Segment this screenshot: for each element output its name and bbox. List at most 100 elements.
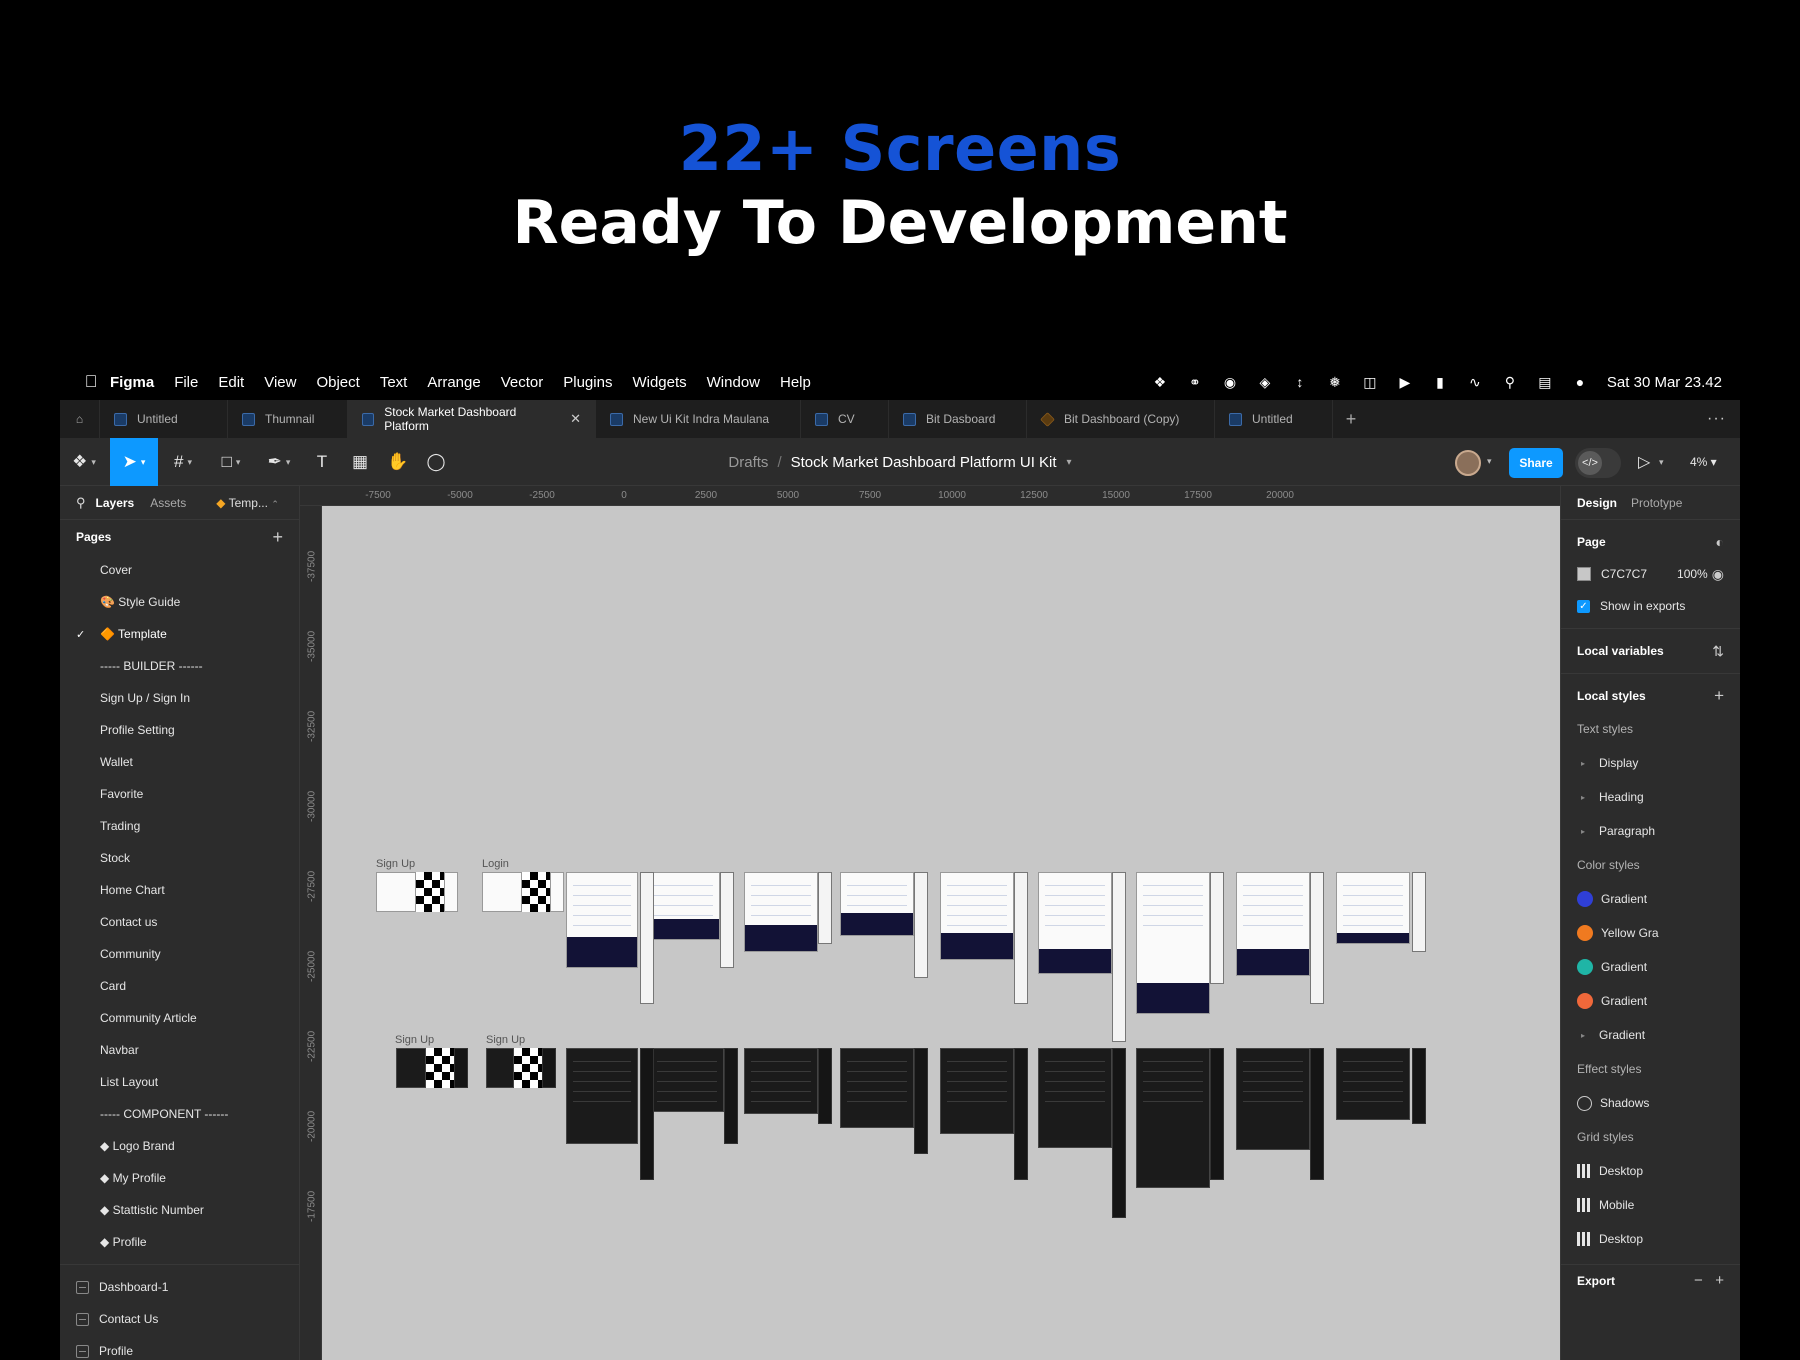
page-item[interactable]: ◆ Profile bbox=[60, 1226, 299, 1258]
page-item[interactable]: Favorite bbox=[60, 778, 299, 810]
screen-frame[interactable] bbox=[840, 872, 914, 936]
dev-mode-toggle[interactable]: </> bbox=[1575, 448, 1621, 478]
home-icon[interactable]: ⌂ bbox=[60, 400, 100, 438]
menubar-datetime[interactable]: Sat 30 Mar 23.42 bbox=[1607, 374, 1722, 391]
menu-vector[interactable]: Vector bbox=[501, 374, 544, 391]
grid-style-item[interactable]: Desktop bbox=[1577, 1154, 1724, 1188]
page-item[interactable]: 🎨 Style Guide bbox=[60, 586, 299, 618]
frame-label[interactable]: Login bbox=[482, 858, 509, 870]
frame-label[interactable]: Sign Up bbox=[376, 858, 415, 870]
mobile-frame[interactable] bbox=[542, 1048, 556, 1088]
page-item[interactable]: Cover bbox=[60, 554, 299, 586]
add-style-icon[interactable]: + bbox=[1714, 686, 1724, 706]
pen-tool-button[interactable]: ✒ ▾ bbox=[256, 438, 302, 486]
screen-frame[interactable] bbox=[396, 1048, 426, 1088]
eye-icon[interactable]: ◉ bbox=[1712, 566, 1724, 583]
color-style-item[interactable]: Gradient bbox=[1577, 984, 1724, 1018]
screen-frame[interactable] bbox=[744, 872, 818, 952]
page-selector[interactable]: ◆ Temp... ⌃ bbox=[216, 496, 279, 510]
local-variables-title[interactable]: Local variables bbox=[1577, 644, 1664, 658]
mobile-frame[interactable] bbox=[914, 1048, 928, 1154]
page-item[interactable]: Profile Setting bbox=[60, 714, 299, 746]
mobile-frame[interactable] bbox=[1210, 872, 1224, 984]
color-style-item[interactable]: Yellow Gra bbox=[1577, 916, 1724, 950]
wifi-icon[interactable]: ∿ bbox=[1467, 374, 1483, 390]
checker-frame[interactable] bbox=[426, 1048, 454, 1088]
mobile-frame[interactable] bbox=[1412, 872, 1426, 952]
file-tab[interactable]: Bit Dasboard bbox=[889, 400, 1027, 438]
menu-object[interactable]: Object bbox=[316, 374, 359, 391]
checker-frame[interactable] bbox=[514, 1048, 542, 1088]
mobile-frame[interactable] bbox=[914, 872, 928, 978]
resize-icon[interactable]: ↕ bbox=[1292, 374, 1308, 390]
menu-widgets[interactable]: Widgets bbox=[632, 374, 686, 391]
mobile-frame[interactable] bbox=[1412, 1048, 1426, 1124]
screen-frame[interactable] bbox=[940, 1048, 1014, 1134]
effect-style-item[interactable]: Shadows bbox=[1577, 1086, 1724, 1120]
mobile-frame[interactable] bbox=[1112, 1048, 1126, 1218]
color-style-item[interactable]: ▸ Gradient bbox=[1577, 1018, 1724, 1052]
control-center-icon[interactable]: ▤ bbox=[1537, 374, 1553, 390]
screen-frame[interactable] bbox=[646, 872, 720, 940]
add-export-icon[interactable]: + bbox=[1715, 1272, 1724, 1289]
menu-file[interactable]: File bbox=[174, 374, 198, 391]
menu-arrange[interactable]: Arrange bbox=[427, 374, 480, 391]
chevron-down-icon[interactable]: ▾ bbox=[1487, 456, 1492, 467]
screen-frame[interactable] bbox=[1038, 872, 1112, 974]
screen-frame[interactable] bbox=[482, 872, 522, 912]
layer-item[interactable]: Profile bbox=[60, 1335, 299, 1360]
text-style-item[interactable]: ▸ Heading bbox=[1577, 780, 1724, 814]
frame-tool-button[interactable]: # ▾ bbox=[160, 438, 206, 486]
text-style-item[interactable]: ▸ Paragraph bbox=[1577, 814, 1724, 848]
screen-frame[interactable] bbox=[550, 872, 564, 912]
show-in-exports-checkbox[interactable]: ✓ bbox=[1577, 599, 1590, 613]
screen-frame[interactable] bbox=[566, 1048, 638, 1144]
tab-layers[interactable]: Layers bbox=[96, 496, 135, 510]
close-tab-icon[interactable]: ✕ bbox=[570, 411, 581, 427]
add-page-icon[interactable]: + bbox=[272, 527, 283, 548]
menu-view[interactable]: View bbox=[264, 374, 296, 391]
page-item[interactable]: ◆ Logo Brand bbox=[60, 1130, 299, 1162]
present-icon[interactable]: ▷ bbox=[1638, 452, 1650, 472]
screen-frame[interactable] bbox=[444, 872, 458, 912]
canvas[interactable]: -7500 -5000 -2500 0 2500 5000 7500 10000 12500 15… bbox=[300, 486, 1560, 1360]
layer-item[interactable]: Dashboard-1 bbox=[60, 1271, 299, 1303]
page-item[interactable]: List Layout bbox=[60, 1066, 299, 1098]
minus-icon[interactable]: − bbox=[1694, 1272, 1703, 1289]
screen-frame[interactable] bbox=[650, 1048, 724, 1112]
page-opacity[interactable]: 100% bbox=[1677, 567, 1708, 581]
file-tab-active[interactable]: Stock Market Dashboard Platform ✕ bbox=[348, 400, 596, 438]
mobile-frame[interactable] bbox=[1310, 1048, 1324, 1180]
page-item[interactable]: Contact us bbox=[60, 906, 299, 938]
siri-icon[interactable]: ● bbox=[1572, 374, 1588, 390]
share-button[interactable]: Share bbox=[1509, 448, 1563, 478]
screen-frame[interactable] bbox=[1038, 1048, 1112, 1148]
screen-frame[interactable] bbox=[940, 872, 1014, 960]
chevron-down-icon[interactable]: ▾ bbox=[1067, 457, 1072, 468]
search-icon[interactable]: ⚲ bbox=[76, 495, 86, 511]
page-item[interactable]: Community Article bbox=[60, 1002, 299, 1034]
page-item[interactable]: Community bbox=[60, 938, 299, 970]
page-item[interactable]: Home Chart bbox=[60, 874, 299, 906]
export-actions[interactable]: − + bbox=[1694, 1272, 1724, 1289]
fan-icon[interactable]: ❅ bbox=[1327, 374, 1343, 390]
chevron-down-icon[interactable]: ▾ bbox=[1659, 457, 1664, 468]
file-tab[interactable]: Thumnail bbox=[228, 400, 348, 438]
mobile-frame[interactable] bbox=[720, 872, 734, 968]
text-style-item[interactable]: ▸ Display bbox=[1577, 746, 1724, 780]
mobile-frame[interactable] bbox=[818, 872, 832, 944]
screen-frame[interactable] bbox=[1136, 872, 1210, 1014]
new-tab-icon[interactable]: + bbox=[1333, 400, 1369, 438]
main-menu-button[interactable]: ❖ ▾ bbox=[60, 438, 108, 486]
resources-tool-button[interactable]: ▦ bbox=[342, 438, 378, 486]
avatar[interactable] bbox=[1455, 450, 1481, 476]
tab-assets[interactable]: Assets bbox=[150, 496, 186, 510]
file-tab[interactable]: Untitled bbox=[1215, 400, 1333, 438]
screen-frame[interactable] bbox=[744, 1048, 818, 1114]
mobile-frame[interactable] bbox=[640, 872, 654, 1004]
comment-tool-button[interactable]: ◯ bbox=[418, 438, 454, 486]
mobile-frame[interactable] bbox=[1014, 872, 1028, 1004]
layers-icon[interactable]: ◈ bbox=[1257, 374, 1273, 390]
play-icon[interactable]: ▶ bbox=[1397, 374, 1413, 390]
mobile-frame[interactable] bbox=[1210, 1048, 1224, 1180]
